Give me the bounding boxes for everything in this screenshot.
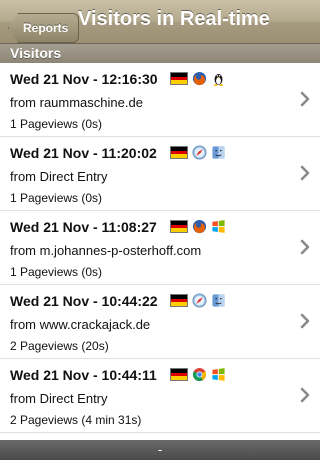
pageview-count: 1 Pageviews (0s) — [10, 191, 103, 205]
firefox-icon — [192, 219, 207, 234]
page-title: Visitors in Real-time — [78, 8, 270, 30]
visitor-row[interactable]: Wed 21 Nov - 11:08:27 from m.johannes-p-… — [0, 211, 320, 285]
referrer: from raummaschine.de — [10, 95, 143, 110]
back-button-label: Reports — [23, 21, 69, 35]
safari-icon — [192, 145, 207, 160]
chevron-right-icon — [300, 313, 310, 329]
germany-flag-icon — [170, 146, 188, 159]
germany-flag-icon — [170, 220, 188, 233]
mac-icon — [212, 294, 225, 307]
windows-icon — [212, 220, 225, 233]
chevron-right-icon — [300, 91, 310, 107]
navigation-bar: Reports Visitors in Real-time — [0, 0, 320, 44]
pageview-count: 2 Pageviews (4 min 31s) — [10, 413, 142, 427]
mac-icon — [212, 146, 225, 159]
windows-icon — [212, 368, 225, 381]
referrer: from m.johannes-p-osterhoff.com — [10, 243, 202, 258]
visit-time: Wed 21 Nov - 11:08:27 — [10, 219, 157, 235]
germany-flag-icon — [170, 294, 188, 307]
visit-time: Wed 21 Nov - 11:20:02 — [10, 145, 157, 161]
referrer: from Direct Entry — [10, 169, 108, 184]
visitor-row[interactable]: Wed 21 Nov - 11:20:02 from Direct Entry … — [0, 137, 320, 211]
visitor-row[interactable]: Wed 21 Nov - 10:44:22 from www.crackajac… — [0, 285, 320, 359]
firefox-icon — [192, 71, 207, 86]
visit-time: Wed 21 Nov - 10:44:22 — [10, 293, 158, 309]
bottom-toolbar: - — [0, 440, 320, 460]
referrer: from www.crackajack.de — [10, 317, 151, 332]
chevron-right-icon — [300, 165, 310, 181]
chevron-right-icon — [300, 239, 310, 255]
safari-icon — [192, 293, 207, 308]
referrer: from Direct Entry — [10, 391, 108, 406]
reports-back-button[interactable]: Reports — [3, 6, 80, 43]
pageview-count: 2 Pageviews (20s) — [10, 339, 109, 353]
pageview-count: 1 Pageviews (0s) — [10, 117, 103, 131]
visitor-row[interactable]: Wed 21 Nov - 10:44:11 from Direct Entry … — [0, 359, 320, 433]
linux-icon — [213, 74, 224, 86]
chevron-right-icon — [300, 387, 310, 403]
pageview-count: 1 Pageviews (0s) — [10, 265, 103, 279]
visit-time: Wed 21 Nov - 10:44:11 — [10, 367, 157, 383]
visitor-row[interactable]: Wed 21 Nov - 12:16:30 from raummaschine.… — [0, 63, 320, 137]
section-header: Visitors — [0, 44, 320, 63]
germany-flag-icon — [170, 368, 188, 381]
visit-time: Wed 21 Nov - 12:16:30 — [10, 71, 158, 87]
visitor-list: Wed 21 Nov - 12:16:30 from raummaschine.… — [0, 63, 320, 433]
germany-flag-icon — [170, 72, 188, 85]
chrome-icon — [192, 367, 207, 382]
bottom-toolbar-label: - — [157, 442, 163, 457]
